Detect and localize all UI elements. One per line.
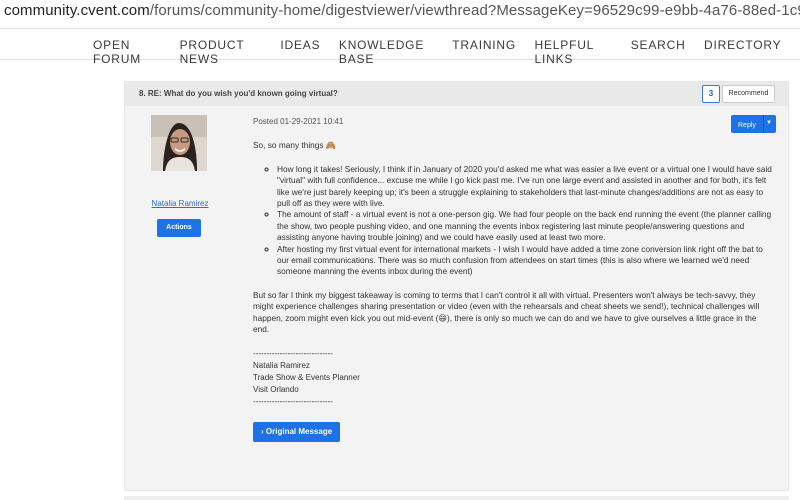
post-header: 8. RE: What do you wish you'd known goin…	[125, 82, 788, 106]
address-bar[interactable]: community.cvent.com/forums/community-hom…	[0, 0, 800, 26]
post-title: 8. RE: What do you wish you'd known goin…	[139, 89, 338, 98]
signature: ------------------------------ Natalia R…	[253, 348, 773, 408]
signature-name: Natalia Ramirez	[253, 360, 310, 370]
reply-label: Reply	[738, 122, 756, 129]
url-text[interactable]: community.cvent.com/forums/community-hom…	[4, 2, 800, 19]
signature-org: Visit Orlando	[253, 384, 299, 394]
recommend-count[interactable]: 3	[702, 85, 720, 103]
nav-product-news[interactable]: PRODUCT NEWS	[180, 38, 262, 66]
nav-open-forum[interactable]: OPEN FORUM	[93, 38, 161, 66]
post-intro: So, so many things 🙈	[253, 140, 337, 151]
avatar[interactable]	[151, 115, 207, 171]
nav-training[interactable]: TRAINING	[452, 38, 516, 66]
original-message-label: Original Message	[265, 426, 333, 436]
bullet-item: After hosting my first virtual event for…	[277, 244, 773, 278]
bullet-item: How long it takes! Seriously, I think if…	[277, 164, 773, 210]
url-path: /forums/community-home/digestviewer/view…	[149, 2, 800, 19]
signature-role: Trade Show & Events Planner	[253, 372, 360, 382]
actions-button[interactable]: Actions	[157, 219, 201, 237]
reply-separator	[763, 115, 764, 133]
bullet-item: The amount of staff - a virtual event is…	[277, 209, 773, 243]
nav-knowledge-base[interactable]: KNOWLEDGE BASE	[339, 38, 434, 66]
bullet-list: How long it takes! Seriously, I think if…	[253, 164, 773, 278]
author-link[interactable]: Natalia Ramirez	[125, 199, 235, 208]
nav-search[interactable]: SEARCH	[631, 38, 686, 66]
forum-post: 8. RE: What do you wish you'd known goin…	[124, 81, 789, 491]
posted-date: Posted 01-29-2021 10:41	[253, 117, 344, 126]
chevron-right-icon: ›	[261, 426, 264, 436]
nav-ideas[interactable]: IDEAS	[280, 38, 320, 66]
signature-rule: ------------------------------	[253, 396, 333, 406]
original-message-button[interactable]: › Original Message	[253, 421, 341, 442]
signature-rule: ------------------------------	[253, 348, 333, 358]
recommend-button[interactable]: Recommend	[722, 85, 775, 103]
nav-helpful-links[interactable]: HELPFUL LINKS	[535, 38, 613, 66]
reply-button[interactable]: Reply ▼	[731, 115, 776, 133]
nav-directory[interactable]: DIRECTORY	[704, 38, 781, 66]
top-nav: OPEN FORUM PRODUCT NEWS IDEAS KNOWLEDGE …	[0, 28, 800, 66]
chevron-down-icon[interactable]: ▼	[766, 118, 772, 129]
divider	[124, 496, 789, 500]
url-domain: community.cvent.com	[4, 2, 150, 19]
post-content: Posted 01-29-2021 10:41 Reply ▼ So, so m…	[253, 115, 776, 442]
post-takeaway: But so far I think my biggest takeaway i…	[253, 289, 760, 335]
